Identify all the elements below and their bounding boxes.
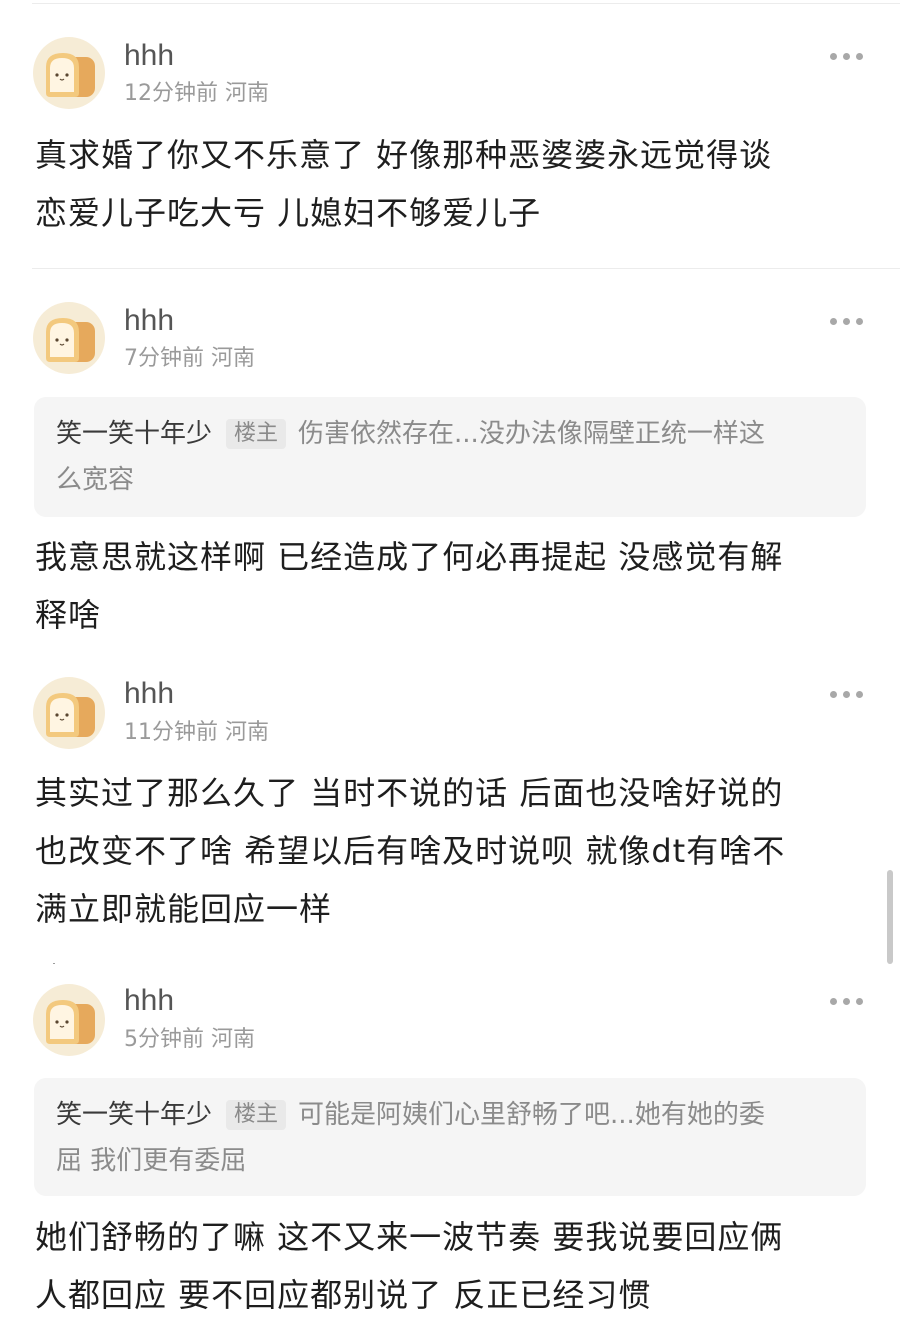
op-badge: 楼主 <box>226 419 287 449</box>
content-line: 她们舒畅的了嘛 这不又来一波节奏 要我说要回应俩 <box>35 1218 784 1256</box>
comment-meta: 11分钟前 河南 <box>124 719 269 747</box>
scrollbar[interactable] <box>887 870 893 964</box>
comment-meta: 12分钟前 河南 <box>124 80 269 108</box>
content-line: 人都回应 要不回应都别说了 反正已经习惯 <box>35 1276 652 1314</box>
comment-content: 她们舒畅的了嘛 这不又来一波节奏 要我说要回应俩 人都回应 要不回应都别说了 反… <box>35 1208 875 1324</box>
comment-content: 其实过了那么久了 当时不说的话 后面也没啥好说的 也改变不了啥 希望以后有啥及时… <box>35 764 875 938</box>
comment-time: 11分钟前 <box>124 720 218 745</box>
top-divider <box>32 3 900 4</box>
quote-text: 伤害依然存在...没办法像隔壁正统一样这 <box>298 419 765 449</box>
comment-content: 真求婚了你又不乐意了 好像那种恶婆婆永远觉得谈 恋爱儿子吃大亏 儿媳妇不够爱儿子 <box>35 126 875 242</box>
username[interactable]: hhh <box>124 303 174 339</box>
quote-text: 可能是阿姨们心里舒畅了吧...她有她的委 <box>298 1100 765 1130</box>
more-options-button[interactable] <box>830 50 866 62</box>
quote-author[interactable]: 笑一笑十年少 <box>56 1100 212 1130</box>
toast-bread-icon <box>46 693 95 737</box>
quote-author[interactable]: 笑一笑十年少 <box>56 419 212 449</box>
comment-time: 7分钟前 <box>124 346 204 371</box>
username[interactable]: hhh <box>124 38 174 74</box>
username[interactable]: hhh <box>124 983 174 1019</box>
quote-text: 屈 我们更有委屈 <box>56 1146 247 1176</box>
user-avatar[interactable] <box>33 984 105 1056</box>
content-line: 也改变不了啥 希望以后有啥及时说呗 就像dt有啥不 <box>35 832 786 870</box>
comment-location: 河南 <box>225 81 270 106</box>
more-options-button[interactable] <box>830 995 866 1007</box>
comment-location: 河南 <box>211 346 256 371</box>
comment-meta: 5分钟前 河南 <box>124 1026 255 1054</box>
content-line: 恋爱儿子吃大亏 儿媳妇不够爱儿子 <box>35 194 542 232</box>
comment-meta: 7分钟前 河南 <box>124 345 255 373</box>
comment-time: 12分钟前 <box>124 81 218 106</box>
content-line: 满立即就能回应一样 <box>35 890 333 928</box>
op-badge: 楼主 <box>226 1100 287 1130</box>
user-avatar[interactable] <box>33 677 105 749</box>
username[interactable]: hhh <box>124 676 174 712</box>
card-divider <box>32 268 900 269</box>
comment-content: 我意思就这样啊 已经造成了何必再提起 没感觉有解 释啥 <box>35 528 875 644</box>
comment-location: 河南 <box>211 1027 256 1052</box>
quoted-reply[interactable]: 笑一笑十年少 楼主 可能是阿姨们心里舒畅了吧...她有她的委 屈 我们更有委屈 <box>34 1078 866 1196</box>
quoted-reply[interactable]: 笑一笑十年少 楼主 伤害依然存在...没办法像隔壁正统一样这 么宽容 <box>34 397 866 517</box>
content-line: 释啥 <box>35 596 102 634</box>
more-options-button[interactable] <box>830 315 866 327</box>
toast-bread-icon <box>46 1000 95 1044</box>
content-line: 其实过了那么久了 当时不说的话 后面也没啥好说的 <box>35 774 784 812</box>
toast-bread-icon <box>46 53 95 97</box>
content-line: 我意思就这样啊 已经造成了何必再提起 没感觉有解 <box>35 538 784 576</box>
user-avatar[interactable] <box>33 302 105 374</box>
like-icon-partial <box>36 956 106 964</box>
more-options-button[interactable] <box>830 688 866 700</box>
comment-location: 河南 <box>225 720 270 745</box>
user-avatar[interactable] <box>33 37 105 109</box>
toast-bread-icon <box>46 318 95 362</box>
quote-text: 么宽容 <box>56 465 135 495</box>
content-line: 真求婚了你又不乐意了 好像那种恶婆婆永远觉得谈 <box>35 136 773 174</box>
comment-time: 5分钟前 <box>124 1027 204 1052</box>
